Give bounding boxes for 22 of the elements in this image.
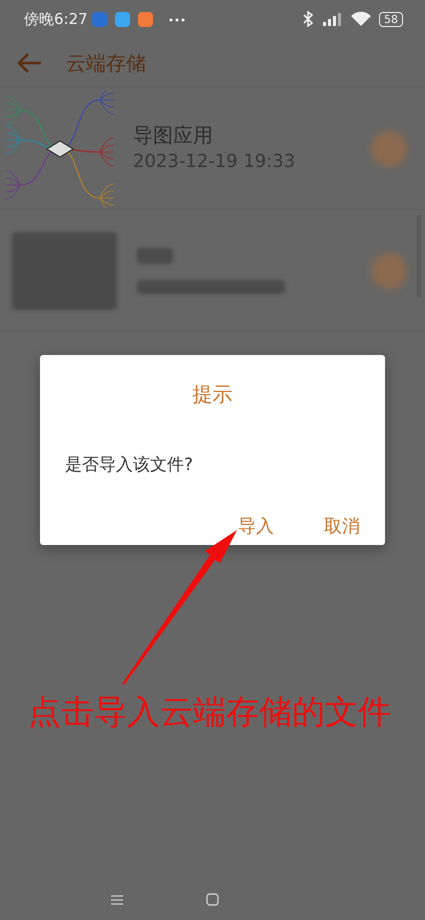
page-title: 云端存储	[66, 50, 146, 76]
chat-app-icon	[114, 12, 130, 26]
signal-icon	[321, 11, 343, 27]
annotation-text: 点击导入云端存储的文件	[28, 692, 391, 732]
dialog-title: 提示	[192, 381, 234, 408]
more-icon	[168, 18, 185, 22]
wifi-icon	[351, 11, 371, 27]
shop-app-icon	[138, 12, 153, 26]
circle-icon	[371, 130, 407, 166]
blurred-file-name	[137, 248, 173, 264]
status-time: 傍晚6:27	[24, 8, 88, 30]
back-icon[interactable]	[16, 52, 42, 74]
bluetooth-icon	[303, 11, 313, 27]
cancel-button[interactable]: 取消	[324, 512, 360, 540]
dialog-message: 是否导入该文件?	[64, 454, 194, 477]
bluetooth-app-icon	[92, 12, 107, 26]
menu-icon[interactable]	[111, 894, 123, 904]
battery-icon: 58	[379, 12, 403, 26]
home-icon[interactable]	[206, 893, 219, 906]
circle-icon	[371, 252, 407, 288]
import-button[interactable]: 导入	[238, 512, 274, 540]
file-name: 导图应用	[133, 122, 214, 148]
